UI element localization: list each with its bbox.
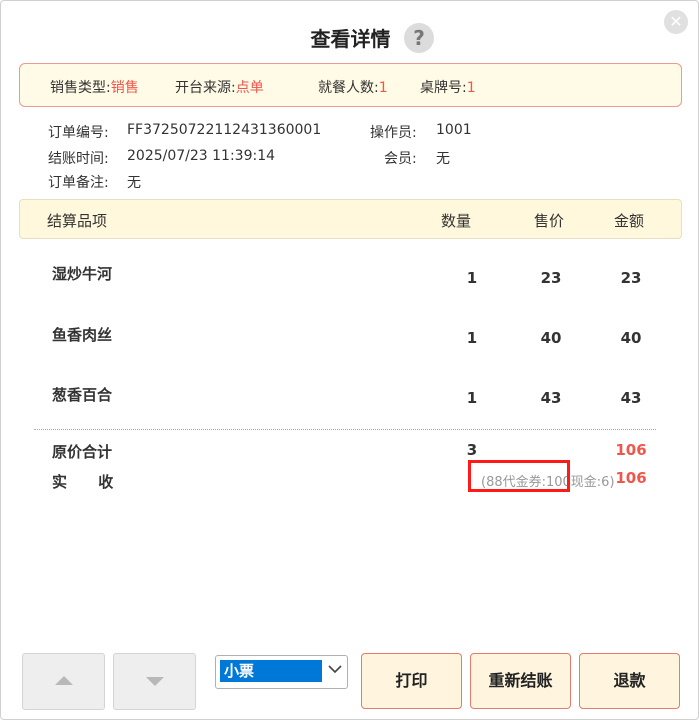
recheckout-button[interactable]: 重新结账 <box>470 653 571 709</box>
source-value: 点单 <box>235 80 264 96</box>
operator-label: 操作员: <box>370 125 417 141</box>
triangle-up-icon <box>55 676 73 685</box>
item-name: 葱香百合 <box>52 386 113 404</box>
header-price: 售价 <box>534 212 565 230</box>
question-circle-icon[interactable]: ? <box>404 23 434 53</box>
remark-value: 无 <box>127 175 141 191</box>
sale-type-label: 销售类型: <box>50 80 111 96</box>
received-label: 实 收 <box>52 473 114 491</box>
item-amount: 23 <box>620 269 642 287</box>
chevron-down-icon <box>328 665 342 674</box>
table-value: 1 <box>466 80 476 96</box>
item-amount: 40 <box>620 329 642 347</box>
item-price: 40 <box>540 329 562 347</box>
member-label: 会员: <box>384 151 417 167</box>
checkout-time-label: 结账时间: <box>48 151 109 167</box>
order-info-bar: 销售类型:销售 开台来源:点单 就餐人数:1 桌牌号:1 <box>19 63 682 107</box>
refund-button[interactable]: 退款 <box>579 653 680 709</box>
item-price: 43 <box>540 389 562 407</box>
scroll-up-button[interactable] <box>22 653 105 710</box>
order-detail-dialog: 查看详情 ? ✕ 销售类型:销售 开台来源:点单 就餐人数:1 桌牌号:1 订单… <box>0 0 699 720</box>
original-total-label: 原价合计 <box>52 443 113 461</box>
print-button[interactable]: 打印 <box>361 653 462 709</box>
guests-value: 1 <box>378 80 388 96</box>
guests-label: 就餐人数: <box>318 80 379 96</box>
remark-label: 订单备注: <box>48 175 109 191</box>
table-label: 桌牌号: <box>420 80 467 96</box>
original-total-qty: 3 <box>466 441 478 459</box>
item-price: 23 <box>540 269 562 287</box>
received-amount: 106 <box>615 469 647 487</box>
totals-divider <box>34 429 656 430</box>
table-number: 桌牌号:1 <box>420 77 476 97</box>
order-source: 开台来源:点单 <box>175 77 264 97</box>
item-name: 湿炒牛河 <box>52 265 113 283</box>
item-qty: 1 <box>466 329 478 347</box>
items-table-header: 结算品项 数量 售价 金额 <box>19 199 682 239</box>
print-type-select[interactable]: 小票 <box>215 655 348 689</box>
operator-value: 1001 <box>436 122 472 138</box>
print-type-selected: 小票 <box>220 660 322 682</box>
dialog-title: 查看详情 <box>310 27 391 51</box>
header-qty: 数量 <box>441 212 472 230</box>
triangle-down-icon <box>146 677 164 686</box>
item-qty: 1 <box>466 389 478 407</box>
original-total-amount: 106 <box>615 441 647 459</box>
item-name: 鱼香肉丝 <box>52 326 113 344</box>
checkout-time-value: 2025/07/23 11:39:14 <box>127 148 276 164</box>
member-value: 无 <box>436 151 450 167</box>
header-item: 结算品项 <box>47 212 108 230</box>
sale-type: 销售类型:销售 <box>50 77 139 97</box>
guest-count: 就餐人数:1 <box>318 77 388 97</box>
highlight-box <box>468 460 570 492</box>
close-icon[interactable]: ✕ <box>664 10 688 34</box>
sale-type-value: 销售 <box>110 80 139 96</box>
source-label: 开台来源: <box>175 80 236 96</box>
item-qty: 1 <box>466 269 478 287</box>
order-no-label: 订单编号: <box>48 125 109 141</box>
scroll-down-button[interactable] <box>113 653 196 710</box>
item-amount: 43 <box>620 389 642 407</box>
header-amount: 金额 <box>614 212 645 230</box>
order-no-value: FF37250722112431360001 <box>127 122 322 138</box>
